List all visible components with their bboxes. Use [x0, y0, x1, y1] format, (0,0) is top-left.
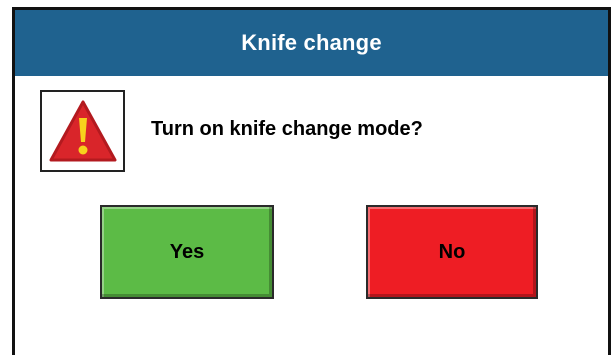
- yes-button-label: Yes: [169, 240, 205, 263]
- warning-icon: [49, 100, 116, 162]
- warning-icon-frame: [40, 90, 125, 172]
- dialog-title: Knife change: [241, 30, 382, 55]
- yes-button[interactable]: Yes: [100, 205, 274, 299]
- no-button-label: No: [438, 240, 466, 263]
- no-button[interactable]: No: [366, 205, 538, 299]
- dialog-titlebar: Knife change: [15, 10, 608, 76]
- knife-change-dialog: Knife change Turn on knife change mode? …: [12, 7, 611, 355]
- dialog-message: Turn on knife change mode?: [151, 118, 423, 140]
